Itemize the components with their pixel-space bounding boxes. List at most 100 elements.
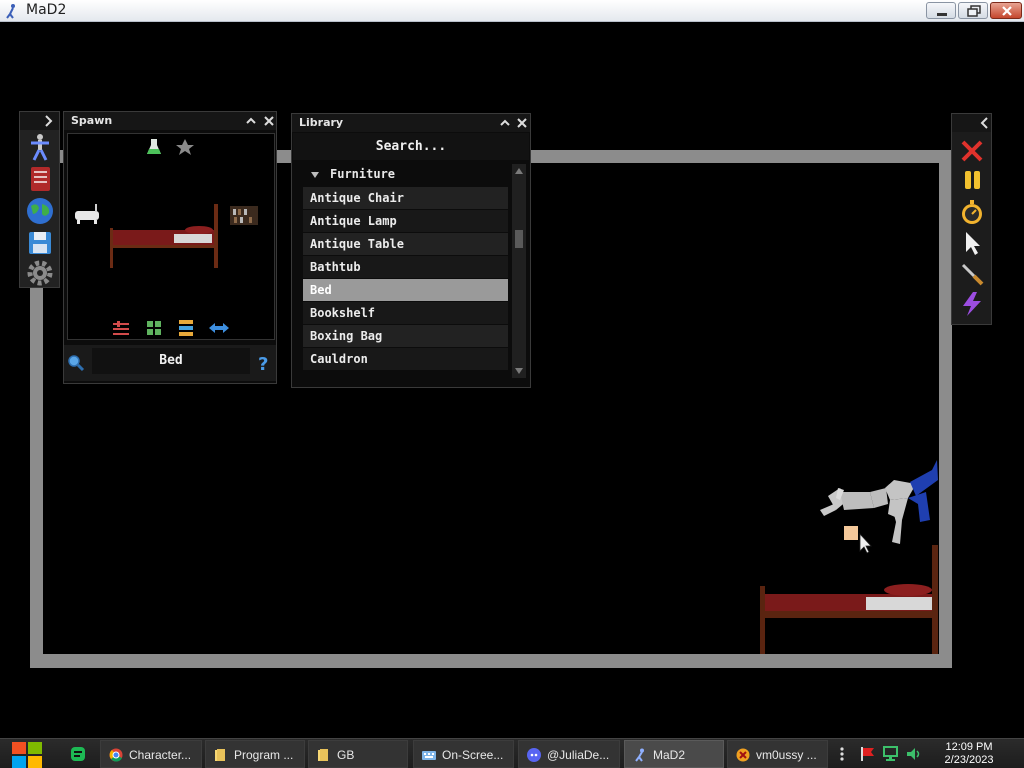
library-item[interactable]: Antique Lamp [303,210,508,232]
minimize-button[interactable] [926,2,956,19]
library-item[interactable]: Antique Table [303,233,508,255]
scroll-down-icon[interactable] [514,366,524,376]
vm-icon [736,748,750,762]
spawn-panel: Spawn Bed ? [63,111,277,384]
keyboard-icon [422,751,436,760]
collapse-up-icon[interactable] [496,114,514,132]
category-label: Furniture [330,167,396,181]
chat-app-icon[interactable] [70,746,86,762]
network-icon[interactable] [882,746,900,762]
volume-icon[interactable] [905,746,923,762]
settings-gear-icon[interactable] [25,258,55,288]
taskbar-label: On-Scree... [442,748,504,762]
window-title: MaD2 [26,2,67,18]
flask-icon[interactable] [147,139,161,154]
collapse-toolbar-button[interactable] [952,114,991,132]
taskbar-label: Character... [129,748,192,762]
sliders-icon[interactable] [113,321,129,335]
mad2-icon [635,748,644,762]
lightning-icon[interactable] [957,289,987,319]
scroll-up-icon[interactable] [514,166,524,176]
spawn-preview[interactable] [67,133,275,340]
left-toolbar [19,111,60,288]
list-view-icon[interactable] [179,320,193,336]
library-header[interactable]: Library [292,114,530,132]
restore-button[interactable] [958,2,988,19]
taskbar-item-gb[interactable]: GB [308,740,408,768]
taskbar-item-chrome[interactable]: Character... [100,740,202,768]
book-icon[interactable] [25,164,55,194]
help-icon[interactable]: ? [256,353,272,373]
pause-icon[interactable] [957,166,987,196]
expand-toolbar-button[interactable] [20,112,59,130]
spawn-preview-canvas [75,139,258,336]
window-title-bar: MaD2 [0,0,1024,22]
library-panel: Library Search... Furniture Antique Chai… [291,113,531,388]
search-icon[interactable] [67,354,85,372]
library-item[interactable]: Bookshelf [303,302,508,324]
stopwatch-icon[interactable] [957,197,987,227]
taskbar-label: vm0ussy ... [756,748,817,762]
flag-icon[interactable] [858,746,876,762]
category-furniture[interactable]: Furniture [303,164,511,186]
bed-preview [110,204,218,268]
spawn-title: Spawn [71,114,113,127]
taskbar-item-vm[interactable]: vm0ussy ... [727,740,828,768]
overflow-dots-icon[interactable] [838,746,846,762]
svg-text:?: ? [258,354,268,373]
ragdoll-character[interactable] [820,460,938,554]
selected-item-name: Bed [92,348,250,374]
taskbar-item-discord[interactable]: @JuliaDe... [518,740,620,768]
flip-arrows-icon[interactable] [209,323,229,333]
system-clock[interactable]: 12:09 PM 2/23/2023 [934,740,1004,768]
knife-icon[interactable] [957,259,987,289]
ragdoll-icon[interactable] [25,132,55,162]
library-item[interactable]: Cauldron [303,348,508,370]
grid-view-icon[interactable] [147,321,161,335]
spawn-footer: Bed ? [64,345,276,381]
close-window-button[interactable] [990,2,1022,19]
collapse-up-icon[interactable] [242,112,260,130]
chevron-left-icon [980,117,988,129]
spawn-header[interactable]: Spawn [64,112,276,130]
library-search-input[interactable]: Search... [293,133,529,160]
globe-icon[interactable] [25,196,55,226]
discord-icon [527,748,541,762]
library-item[interactable]: Bathtub [303,256,508,278]
taskbar-label: MaD2 [653,748,686,762]
taskbar-label: GB [337,748,355,762]
clock-time: 12:09 PM [945,741,993,753]
taskbar-item-onscreen-keyboard[interactable]: On-Scree... [413,740,514,768]
library-title: Library [299,116,344,129]
bed-object[interactable] [760,545,938,654]
chrome-icon [109,748,123,762]
folder-icon [215,749,225,761]
library-scrollbar[interactable] [512,164,526,378]
scene-objects [760,460,938,654]
close-icon[interactable] [513,114,531,132]
taskbar-item-mad2[interactable]: MaD2 [624,740,724,768]
minimize-icon [937,13,947,16]
library-item[interactable]: Boxing Bag [303,325,508,347]
taskbar-item-explorer[interactable]: Program ... [205,740,305,768]
close-icon[interactable] [260,112,278,130]
library-item-selected[interactable]: Bed [303,279,508,301]
library-item[interactable]: Antique Chair [303,187,508,209]
expand-triangle-icon [311,172,319,178]
cursor-icon[interactable] [957,228,987,258]
clock-date: 2/23/2023 [944,754,994,766]
app-icon [6,4,15,19]
close-x-icon[interactable] [957,136,987,166]
bookshelf-thumbnail[interactable] [230,206,258,225]
taskbar: Character... Program ... GB On-Scree... [0,738,1024,768]
start-menu-icon[interactable] [10,740,44,768]
scrollbar-thumb[interactable] [515,230,523,248]
close-icon [1002,6,1012,16]
bathtub-thumbnail[interactable] [75,204,99,224]
folder-icon [318,749,328,761]
save-icon[interactable] [25,228,55,258]
taskbar-label: Program ... [234,748,294,762]
taskbar-label: @JuliaDe... [547,748,610,762]
favorite-star-icon[interactable] [176,139,194,155]
chevron-right-icon [45,115,53,127]
